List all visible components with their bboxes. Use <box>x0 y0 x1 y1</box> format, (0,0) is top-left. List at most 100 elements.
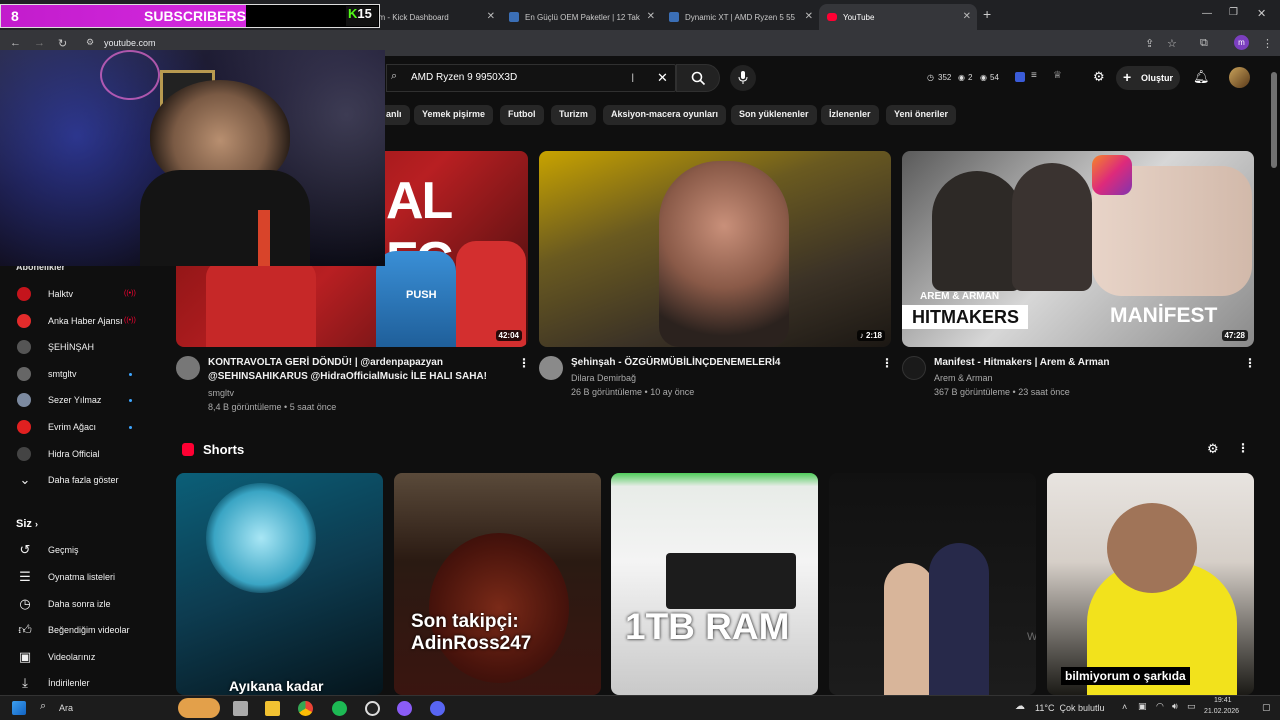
sidebar-item-smtgltv[interactable]: smtgltv <box>0 361 160 387</box>
tab-oem-paketler[interactable]: En Güçlü OEM Paketler | 12 Tak ✕ <box>501 4 661 30</box>
sidebar-item-hidra[interactable]: Hidra Official <box>0 441 160 467</box>
extension-icon[interactable] <box>1015 72 1025 82</box>
extensions-icon[interactable]: ⧉ <box>1200 37 1208 50</box>
voice-search-button[interactable] <box>730 65 756 91</box>
search-button[interactable] <box>676 64 720 92</box>
chip-category[interactable]: Futbol <box>500 105 544 125</box>
profile-icon[interactable]: m <box>1234 35 1249 50</box>
tray-chevron-icon[interactable]: ˄ <box>1122 702 1127 712</box>
account-avatar[interactable] <box>1229 67 1250 88</box>
sidebar-item-show-more[interactable]: ⌄ Daha fazla göster <box>0 467 160 493</box>
discord-icon[interactable] <box>430 701 445 716</box>
volume-icon[interactable]: 🔊︎ <box>1172 701 1178 712</box>
chip-category[interactable]: Yeni öneriler <box>886 105 957 125</box>
notification-center-icon[interactable]: ▢ <box>1262 702 1271 713</box>
battery-icon[interactable]: ▭ <box>1187 701 1196 712</box>
restore-icon[interactable]: ❐ <box>1229 7 1238 18</box>
trophy-icon[interactable]: ♕ <box>1053 70 1062 81</box>
file-explorer-icon[interactable] <box>265 701 280 716</box>
window-close-icon[interactable]: ✕ <box>1257 7 1266 20</box>
video-thumbnail[interactable]: ♪ 2:18 <box>539 151 891 347</box>
sidebar-item-watch-later[interactable]: ◷ Daha sonra izle <box>0 591 160 617</box>
notifications-bell-icon[interactable]: 🔔︎ <box>1193 69 1210 85</box>
sidebar-item-sehinsah[interactable]: ŞEHİNŞAH <box>0 334 160 360</box>
tab-close-icon[interactable]: ✕ <box>487 11 495 22</box>
bookmark-star-icon[interactable]: ☆ <box>1167 37 1177 50</box>
search-input[interactable]: ⌕ AMD Ryzen 9 9950X3D I ✕ <box>386 64 676 92</box>
channel-avatar[interactable] <box>902 356 926 380</box>
chip-category[interactable]: Aksiyon-macera oyunları <box>603 105 727 125</box>
sidebar-item-anka[interactable]: Anka Haber Ajansı ((•)) <box>0 308 160 334</box>
you-heading[interactable]: Siz › <box>16 518 38 530</box>
new-tab-button[interactable]: + <box>983 6 991 22</box>
weather-icon[interactable]: ☁ <box>1015 701 1025 712</box>
obs-icon[interactable] <box>365 701 380 716</box>
short-card[interactable]: Windows'u Etkinleştir <box>829 473 1036 695</box>
browser-menu-icon[interactable]: ⋮ <box>1262 37 1273 50</box>
wifi-icon[interactable]: ◠ <box>1156 701 1164 712</box>
create-button[interactable]: + Oluştur <box>1116 66 1180 90</box>
list-icon[interactable]: ≡ <box>1031 70 1037 81</box>
task-view-icon[interactable] <box>233 701 248 716</box>
windows-start-icon[interactable] <box>12 701 26 715</box>
chrome-icon[interactable] <box>298 701 313 716</box>
shorts-settings-icon[interactable]: ⚙ <box>1207 441 1219 457</box>
short-card[interactable]: bilmiyorum o şarkıda <box>1047 473 1254 695</box>
widget-icon[interactable] <box>178 698 220 718</box>
clear-search-icon[interactable]: ✕ <box>657 70 668 86</box>
tab-close-icon[interactable]: ✕ <box>805 11 813 22</box>
short-card[interactable]: Ayıkana kadar <box>176 473 383 695</box>
chip-category[interactable]: İzlenenler <box>821 105 879 125</box>
sidebar-item-sezer[interactable]: Sezer Yılmaz <box>0 387 160 413</box>
video-title[interactable]: KONTRAVOLTA GERİ DÖNDÜ! | @ardenpapazyan… <box>208 356 508 384</box>
sidebar-item-label: Evrim Ağacı <box>48 422 97 432</box>
search-query[interactable]: AMD Ryzen 9 9950X3D <box>411 72 517 83</box>
sidebar-item-history[interactable]: ↺ Geçmiş <box>0 537 160 563</box>
short-card[interactable]: Son takipçi: AdinRoss247 <box>394 473 601 695</box>
shorts-more-icon[interactable]: ⋮ <box>1237 441 1249 455</box>
page-scrollbar[interactable] <box>1271 72 1277 168</box>
sidebar-item-halktv[interactable]: Halktv ((•)) <box>0 281 160 307</box>
minimize-icon[interactable]: — <box>1202 8 1212 19</box>
channel-avatar[interactable] <box>539 356 563 380</box>
video-channel[interactable]: Arem & Arman <box>934 371 993 386</box>
video-channel[interactable]: Dilara Demirbağ <box>571 371 636 386</box>
sidebar-item-liked[interactable]: 👍︎ Beğendiğim videolar <box>0 617 160 643</box>
chip-category[interactable]: Son yüklenenler <box>731 105 817 125</box>
clock-time[interactable]: 19:41 <box>1214 697 1232 704</box>
spotify-icon[interactable] <box>332 701 347 716</box>
tab-youtube[interactable]: YouTube ✕ <box>819 4 977 30</box>
weather-text[interactable]: 11°C Çok bulutlu <box>1035 703 1104 713</box>
sidebar-item-downloads[interactable]: ⤓ İndirilenler <box>0 670 160 696</box>
clock-date[interactable]: 21.02.2026 <box>1204 708 1239 715</box>
tray-app-icon[interactable]: ▣ <box>1138 701 1147 712</box>
site-info-icon[interactable]: ⚙ <box>86 37 94 48</box>
video-thumbnail[interactable]: AREM & ARMAN HITMAKERS MANİFEST 47:28 <box>902 151 1254 347</box>
chip-category[interactable]: Yemek pişirme <box>414 105 494 125</box>
settings-gear-icon[interactable]: ⚙ <box>1093 69 1105 85</box>
more-options-icon[interactable]: ⋮ <box>881 356 893 370</box>
tab-dynamic-xt[interactable]: Dynamic XT | AMD Ryzen 5 55 ✕ <box>661 4 819 30</box>
url-field[interactable]: youtube.com <box>104 38 156 48</box>
chip-category[interactable]: Turizm <box>551 105 596 125</box>
sidebar-item-evrim[interactable]: Evrim Ağacı <box>0 414 160 440</box>
more-options-icon[interactable]: ⋮ <box>1244 356 1256 370</box>
channel-avatar[interactable] <box>176 356 200 380</box>
reload-icon[interactable]: ↻ <box>58 37 67 50</box>
short-card[interactable]: 1TB RAM <box>611 473 818 695</box>
sidebar-item-playlists[interactable]: ☰ Oynatma listeleri <box>0 564 160 590</box>
back-icon[interactable]: ← <box>10 37 21 49</box>
cast-icon[interactable]: ⇪ <box>1145 37 1154 50</box>
person-figure <box>1012 163 1092 291</box>
app-icon[interactable] <box>397 701 412 716</box>
video-channel[interactable]: smgltv <box>208 386 234 401</box>
more-options-icon[interactable]: ⋮ <box>518 356 530 370</box>
search-icon[interactable]: ⌕ <box>40 700 46 713</box>
tab-close-icon[interactable]: ✕ <box>963 11 971 22</box>
taskbar-search-label[interactable]: Ara <box>59 703 73 713</box>
video-title[interactable]: Şehinşah - ÖZGÜRMÜBİLİNÇDENEMELERİ4 <box>571 356 871 370</box>
video-title[interactable]: Manifest - Hitmakers | Arem & Arman <box>934 356 1234 370</box>
tab-close-icon[interactable]: ✕ <box>647 11 655 22</box>
sidebar-item-your-videos[interactable]: ▣ Videolarınız <box>0 644 160 670</box>
forward-icon[interactable]: → <box>34 37 45 49</box>
